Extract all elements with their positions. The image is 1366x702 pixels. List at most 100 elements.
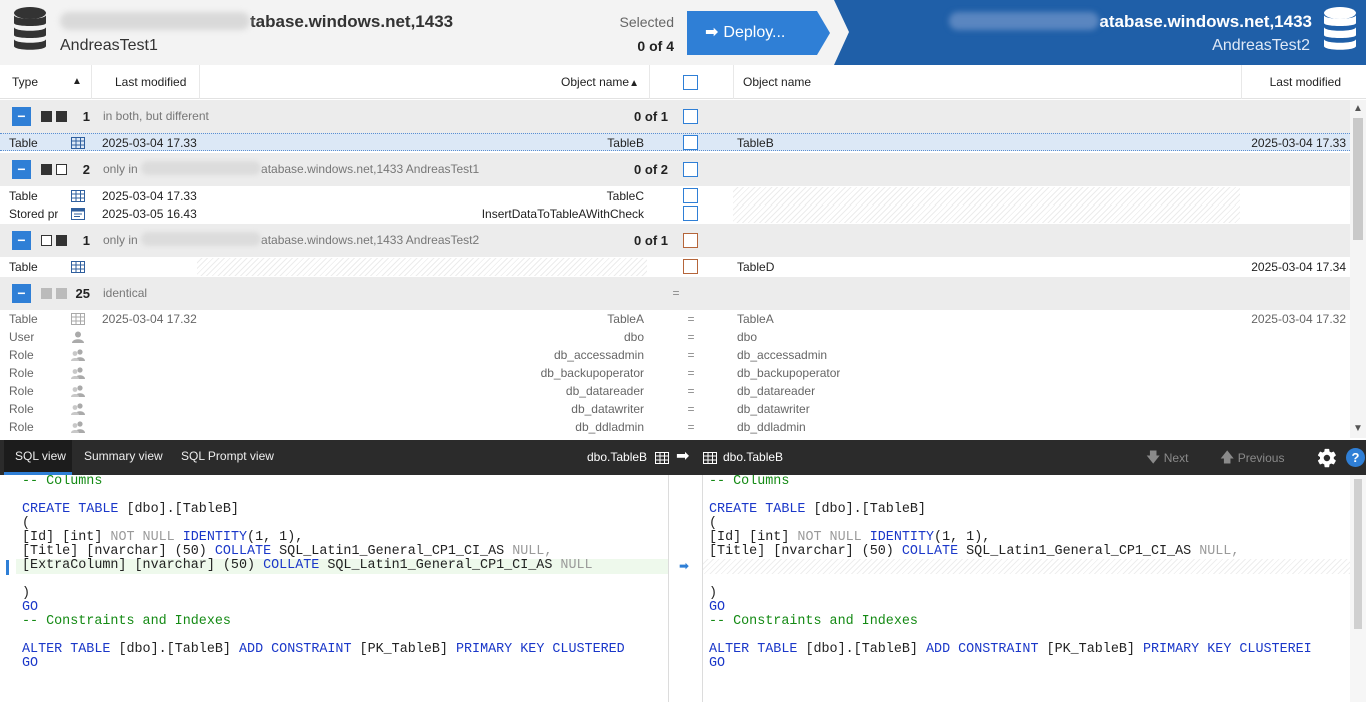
arrow-up-icon: 🡅 [1220,449,1235,465]
right-square-icon [56,235,67,246]
previous-button[interactable]: 🡅 Previous [1220,440,1284,476]
modified-left-cell: 2025-03-04 17.32 [102,312,197,326]
modified-left-cell: 2025-03-05 16.43 [102,207,197,221]
name-right-cell: db_ddladmin [737,420,806,434]
group-count: 1 [82,109,90,124]
table-row[interactable]: User dbo = dbo [0,328,1350,346]
next-button[interactable]: 🡇 Next [1146,440,1188,476]
sql-line: ( [22,516,31,531]
scroll-down-icon[interactable]: ▼ [1350,422,1366,436]
sql-line: [Title] [nvarchar] (50) COLLATE SQL_Lati… [709,544,1240,559]
group-header-different[interactable]: − 1 in both, but different 0 of 1 [0,100,1350,133]
tab-summary-view[interactable]: Summary view [84,440,163,475]
table-row[interactable]: Table TableD 2025-03-04 17.34 [0,258,1350,276]
modified-left-cell: 2025-03-04 17.33 [102,136,197,150]
left-square-gray-icon [41,288,52,299]
equal-sign: = [687,330,695,344]
left-object-name: dbo.TableB [587,450,648,464]
group-checkbox[interactable] [683,162,698,177]
results-scrollbar[interactable]: ▲ ▼ [1350,100,1366,438]
collapse-button[interactable]: − [12,107,31,126]
target-database-name: AndreasTest2 [1212,37,1310,54]
equal-sign: = [687,402,695,416]
sql-scrollbar[interactable] [1350,475,1366,702]
table-row[interactable]: Table 2025-03-04 17.33 TableB TableB 202… [0,133,1350,151]
type-cell: Table [9,136,38,150]
table-icon [703,452,717,464]
deploy-button[interactable]: ➡ Deploy... [687,11,830,55]
help-icon[interactable]: ? [1346,448,1365,467]
type-column-header[interactable]: Type ▲ [0,65,92,99]
sql-line: GO [709,600,726,615]
row-checkbox[interactable] [683,188,698,203]
group-count: 2 [82,162,90,177]
selected-label: Selected [619,14,674,30]
right-square-icon [56,111,67,122]
object-name-right-header[interactable]: Object name [734,65,1242,99]
group-label: only in atabase.windows.net,1433 Andreas… [103,232,480,247]
tab-sql-prompt-view[interactable]: SQL Prompt view [181,440,274,475]
comparison-header: tabase.windows.net,1433 AndreasTest1 Sel… [0,0,1366,65]
equal-sign: = [687,312,695,326]
left-square-icon [41,111,52,122]
role-icon [71,403,85,415]
table-row[interactable]: Role db_datawriter = db_datawriter [0,400,1350,418]
table-icon [71,190,85,202]
type-cell: Role [9,384,34,398]
group-header-only-in-source[interactable]: − 2 only in atabase.windows.net,1433 And… [0,153,1350,186]
role-icon [71,385,85,397]
collapse-button[interactable]: − [12,231,31,250]
table-row[interactable]: Role db_ddladmin = db_ddladmin [0,418,1350,436]
left-square-outline-icon [41,235,52,246]
group-header-identical[interactable]: − 25 identical = [0,277,1350,310]
table-row[interactable]: Stored pr 2025-03-05 16.43 InsertDataToT… [0,205,1350,223]
target-panel: atabase.windows.net,1433 AndreasTest2 [834,0,1366,65]
group-checkbox[interactable] [683,233,698,248]
name-left-cell: TableB [607,136,644,150]
modified-right-cell: 2025-03-04 17.33 [1251,136,1346,150]
table-icon [71,137,85,149]
type-cell: Table [9,260,38,274]
role-icon [71,349,85,361]
name-right-cell: TableD [737,260,775,274]
gear-icon[interactable] [1316,447,1338,469]
last-modified-right-header[interactable]: Last modified [1242,65,1366,99]
scrollbar-thumb[interactable] [1353,118,1363,240]
name-left-cell: db_datareader [565,384,644,398]
scroll-up-icon[interactable]: ▲ [1350,102,1366,116]
group-checkbox[interactable] [683,109,698,124]
group-header-only-in-target[interactable]: − 1 only in atabase.windows.net,1433 And… [0,224,1350,257]
sql-line: ALTER TABLE [dbo].[TableB] ADD CONSTRAIN… [709,642,1312,657]
table-row[interactable]: Role db_backupoperator = db_backupoperat… [0,364,1350,382]
name-right-cell: TableA [737,312,774,326]
equal-sign: = [687,384,695,398]
table-row[interactable]: Table 2025-03-04 17.32 TableA = TableA 2… [0,310,1350,328]
scrollbar-thumb[interactable] [1354,479,1362,629]
pane-divider [668,475,669,702]
missing-object-placeholder [733,205,1240,223]
group-count: 25 [75,286,90,301]
tab-sql-view[interactable]: SQL view [4,440,72,475]
row-checkbox[interactable] [683,206,698,221]
right-square-outline-icon [56,164,67,175]
group-label: only in atabase.windows.net,1433 Andreas… [103,161,480,176]
last-modified-left-header[interactable]: Last modified [92,65,200,99]
select-all-checkbox[interactable] [683,75,698,90]
collapse-button[interactable]: − [12,160,31,179]
table-row[interactable]: Role db_accessadmin = db_accessadmin [0,346,1350,364]
results-column-headers: Type ▲ Last modified Object name▲ Object … [0,65,1366,99]
object-name-left-header[interactable]: Object name▲ [200,65,650,99]
table-row[interactable]: Role db_datareader = db_datareader [0,382,1350,400]
arrow-right-icon: ➡ [705,24,719,41]
modified-left-cell: 2025-03-04 17.33 [102,189,197,203]
sql-pane-left[interactable]: -- Columns CREATE TABLE [dbo].[TableB] (… [16,475,668,702]
table-row[interactable]: Table 2025-03-04 17.33 TableC [0,187,1350,205]
selected-count: 0 of 4 [637,38,674,54]
sql-pane-right[interactable]: -- Columns CREATE TABLE [dbo].[TableB] (… [703,475,1350,702]
left-square-icon [41,164,52,175]
row-checkbox[interactable] [683,259,698,274]
collapse-button[interactable]: − [12,284,31,303]
row-checkbox[interactable] [683,135,698,150]
sql-comment: -- Columns [22,475,103,489]
missing-line-placeholder [703,559,1350,574]
